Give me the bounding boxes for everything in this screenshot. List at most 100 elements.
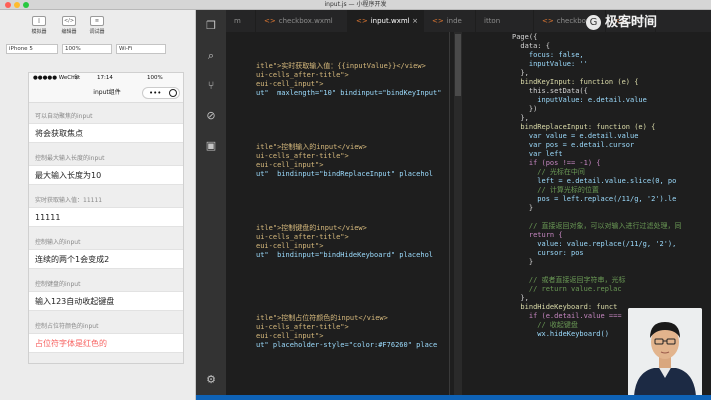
tab-label: checkbox.wxml: [278, 17, 333, 25]
code-line: // 光标在中间: [512, 168, 585, 176]
code-line: }: [512, 258, 534, 266]
code-line: inputValue: '': [512, 60, 588, 68]
code-line: ui-cells_after-title">: [256, 323, 349, 331]
code-line: var value = e.detail.value: [512, 132, 639, 140]
code-line: wx.hideKeyboard(): [512, 330, 609, 338]
code-line: // 收起键盘: [512, 321, 578, 329]
editor-toggle-button[interactable]: </> 编辑器: [56, 16, 82, 40]
code-line: itle">实时获取输入值：{{inputValue}}</view>: [256, 62, 426, 70]
debug-run-icon[interactable]: ⊘: [203, 108, 219, 124]
code-line: bindKeyInput: function (e) {: [512, 78, 639, 86]
input-field[interactable]: 将会获取焦点: [29, 123, 183, 143]
code-line: },: [512, 294, 529, 302]
device-select[interactable]: iPhone 5: [6, 44, 58, 54]
close-mini-program-icon[interactable]: [169, 89, 177, 97]
code-line: ut" maxlength="10" bindinput="bindKeyInp…: [256, 89, 442, 97]
toolbar-label: 调试器: [89, 29, 105, 35]
scrollbar-thumb[interactable]: [455, 34, 461, 96]
simulator-toggle-button[interactable]: ▯ 模拟器: [26, 16, 52, 40]
toolbar-label: 模拟器: [31, 29, 47, 35]
code-line: eui-cell_input">: [256, 332, 324, 340]
simulator-panel: ▯ 模拟器 </> 编辑器 ≡ 调试器 iPhone 5 100% Wi-Fi …: [0, 10, 196, 400]
editor-tab[interactable]: m: [226, 10, 256, 32]
code-line: var left: [512, 150, 563, 158]
files-icon[interactable]: ❐: [203, 18, 219, 34]
section-title: 实时获取输入值：11111: [35, 197, 103, 204]
code-line: ut" placeholder-style="color:#F76260" pl…: [256, 341, 438, 349]
debugger-toggle-button[interactable]: ≡ 调试器: [84, 16, 110, 40]
toolbar-label: 编辑器: [61, 29, 77, 35]
navigation-bar: input组件 •••: [29, 83, 183, 103]
code-line: // return value.replac: [512, 285, 622, 293]
tab-label: itton: [484, 17, 501, 25]
code-line: eui-cell_input">: [256, 80, 324, 88]
section-title: 控制占位符颜色的input: [35, 323, 99, 330]
line-number-gutter: [226, 32, 256, 400]
brand-watermark: G 极客时间: [584, 14, 711, 32]
network-select[interactable]: Wi-Fi: [116, 44, 166, 54]
code-line: },: [512, 69, 529, 77]
code-line: }: [512, 204, 534, 212]
code-line: pos = left.replace(/11/g, '2').le: [512, 195, 677, 203]
device-toolbar: iPhone 5 100% Wi-Fi: [6, 44, 190, 54]
phone-icon: ▯: [32, 16, 46, 26]
section-title: 控制键盘的input: [35, 281, 81, 288]
capsule-menu[interactable]: •••: [142, 87, 180, 99]
search-icon[interactable]: ⌕: [203, 48, 219, 64]
code-icon: </>: [62, 16, 76, 26]
editor-tab[interactable]: <> checkbox.wxml: [256, 10, 348, 32]
window-title: input.js — 小程序开发: [324, 1, 387, 8]
code-line: bindHideKeyboard: funct: [512, 303, 618, 311]
zoom-select[interactable]: 100%: [62, 44, 112, 54]
line-number-gutter-right: [462, 32, 512, 400]
input-field[interactable]: 11111: [29, 207, 183, 227]
code-line: eui-cell_input">: [256, 242, 324, 250]
input-field[interactable]: 连续的两个1会变成2: [29, 249, 183, 269]
input-field[interactable]: 占位符字体是红色的: [29, 333, 183, 353]
code-line: data: {: [512, 42, 550, 50]
code-line: value: value.replace(/11/g, '2'),: [512, 240, 677, 248]
phone-status-bar: ●●●●● WeChat 令 17:14 100%: [29, 73, 183, 83]
code-line: },: [512, 114, 529, 122]
code-line: itle">控制占位符颜色的input</view>: [256, 314, 388, 322]
geek-time-logo-icon: G: [586, 15, 601, 30]
pane-divider: [449, 32, 450, 400]
close-tab-icon[interactable]: ×: [412, 10, 418, 32]
code-line: left = e.detail.value.slice(0, po: [512, 177, 677, 185]
code-line: eui-cell_input">: [256, 161, 324, 169]
section-title: 控制输入的input: [35, 239, 81, 246]
settings-gear-icon[interactable]: ⚙: [203, 372, 219, 388]
section-title: 控制最大输入长度的input: [35, 155, 105, 162]
input-field[interactable]: 最大输入长度为10: [29, 165, 183, 185]
page-title: input组件: [93, 89, 121, 96]
file-type-icon: <>: [542, 17, 554, 25]
code-line: ui-cells_after-title">: [256, 152, 349, 160]
code-line: inputValue: e.detail.value: [512, 96, 647, 104]
tab-label: input.wxml: [370, 17, 410, 25]
editor-tab[interactable]: itton: [476, 10, 534, 32]
editor-tab[interactable]: <> inde: [424, 10, 476, 32]
code-line: focus: false,: [512, 51, 584, 59]
source-control-icon[interactable]: ⑂: [203, 78, 219, 94]
code-line: // 计算光标的位置: [512, 186, 599, 194]
editor-status-bar: [196, 395, 711, 400]
input-field[interactable]: 输入123自动收起键盘: [29, 291, 183, 311]
tab-label: inde: [446, 17, 462, 25]
extensions-icon[interactable]: ▣: [203, 138, 219, 154]
code-line: bindReplaceInput: function (e) {: [512, 123, 656, 131]
code-line: return {: [512, 231, 563, 239]
editor-tab[interactable]: <> input.wxml ×: [348, 10, 424, 32]
code-line: }): [512, 105, 538, 113]
wifi-icon: 令: [73, 75, 79, 81]
code-line: ui-cells_after-title">: [256, 71, 349, 79]
code-line: ut" bindinput="bindReplaceInput" placeho…: [256, 170, 434, 178]
code-line: Page({: [512, 33, 538, 41]
more-icon[interactable]: •••: [149, 88, 161, 98]
code-line: if (pos !== -1) {: [512, 159, 601, 167]
wxml-code-pane[interactable]: itle">实时获取输入值：{{inputValue}}</view> ui-ce…: [256, 32, 449, 400]
presenter-video: [628, 308, 702, 396]
code-line: if (e.detail.value ===: [512, 312, 622, 320]
presenter-silhouette: [628, 308, 702, 396]
clock-label: 17:14: [97, 75, 113, 81]
code-line: ut" bindinput="bindHideKeyboard" placeho…: [256, 251, 434, 259]
